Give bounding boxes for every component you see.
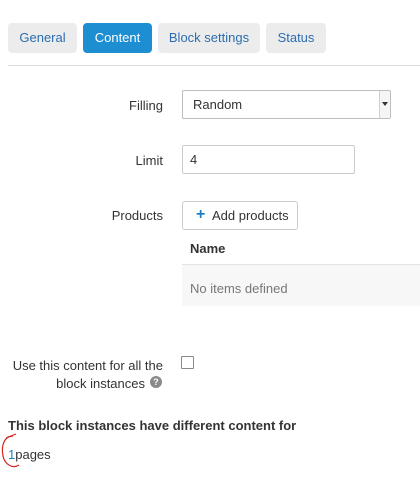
- products-table-header: Name: [182, 236, 420, 264]
- dropdown-button[interactable]: [379, 91, 390, 118]
- plus-icon: +: [196, 206, 206, 223]
- use-content-checkbox[interactable]: [181, 356, 194, 369]
- limit-label: Limit: [135, 153, 163, 168]
- filling-label: Filling: [129, 98, 163, 113]
- different-content-notice: This block instances have different cont…: [8, 418, 297, 433]
- column-header-name: Name: [190, 241, 226, 256]
- tabs-divider: [8, 65, 420, 66]
- add-products-label: Add products: [212, 208, 289, 223]
- filling-select[interactable]: Random: [182, 90, 391, 119]
- caret-down-icon: [382, 102, 388, 106]
- limit-input-value: 4: [190, 152, 198, 167]
- products-label: Products: [111, 208, 163, 223]
- tab-block-settings[interactable]: Block settings: [158, 23, 260, 53]
- products-table-empty-row: No items defined: [182, 264, 420, 306]
- use-content-label-line1: Use this content for all the: [12, 358, 163, 373]
- tab-content[interactable]: Content: [83, 23, 152, 53]
- limit-input[interactable]: 4: [182, 145, 355, 174]
- use-content-label-line2: block instances: [56, 376, 145, 391]
- empty-table-message: No items defined: [190, 281, 288, 296]
- question-circle-icon[interactable]: ?: [150, 376, 162, 388]
- annotation-scribble: [1, 433, 20, 468]
- add-products-button[interactable]: + Add products: [182, 201, 298, 230]
- tab-general[interactable]: General: [8, 23, 77, 53]
- filling-select-value: Random: [193, 97, 243, 112]
- tab-status[interactable]: Status: [266, 23, 326, 53]
